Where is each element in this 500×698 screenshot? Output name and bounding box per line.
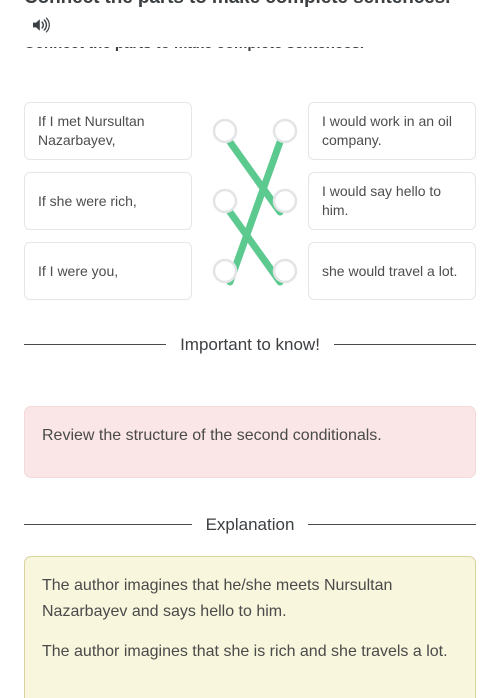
lesson-task-page: Connect the parts to make complete sente… bbox=[0, 0, 500, 698]
important-section-title: Important to know! bbox=[180, 335, 320, 354]
match-card-right-2[interactable]: I would say hello to him. bbox=[308, 172, 476, 230]
section-rule-right bbox=[333, 344, 476, 345]
important-body-text: Review the structure of the second condi… bbox=[42, 427, 382, 444]
important-callout: Review the structure of the second condi… bbox=[24, 406, 476, 478]
task-heading: Connect the parts to make complete sente… bbox=[24, 0, 476, 40]
match-card-right-3-label: she would travel a lot. bbox=[322, 262, 458, 279]
match-card-left-2[interactable]: If she were rich, bbox=[24, 172, 192, 230]
subinstruction-text: Connect the parts to make complete sente… bbox=[24, 47, 476, 54]
explanation-paragraph-2: The author imagines that she is rich and… bbox=[42, 643, 448, 660]
explanation-callout: The author imagines that he/she meets Nu… bbox=[24, 556, 476, 698]
match-card-left-1-label: If I met Nursultan Nazarbayev, bbox=[38, 113, 145, 148]
match-node-right-2[interactable] bbox=[272, 188, 298, 214]
match-node-left-2[interactable] bbox=[212, 188, 238, 214]
explanation-section-header: Explanation bbox=[24, 512, 476, 537]
explanation-paragraph-1: The author imagines that he/she meets Nu… bbox=[42, 577, 393, 620]
match-card-right-1-label: I would work in an oil company. bbox=[322, 113, 452, 148]
speaker-icon[interactable] bbox=[32, 14, 50, 33]
subinstruction-strip: Connect the parts to make complete sente… bbox=[24, 47, 476, 61]
important-section-header: Important to know! bbox=[24, 332, 476, 357]
match-card-right-3[interactable]: she would travel a lot. bbox=[308, 242, 476, 300]
connector-line-L3-R1[interactable] bbox=[226, 138, 284, 286]
match-card-right-2-label: I would say hello to him. bbox=[322, 183, 442, 218]
match-node-right-1[interactable] bbox=[272, 118, 298, 144]
section-rule-left bbox=[24, 344, 167, 345]
section-rule-right bbox=[308, 524, 476, 525]
section-rule-left bbox=[24, 524, 192, 525]
connector-line-L1-R2[interactable] bbox=[226, 138, 284, 216]
match-node-left-1[interactable] bbox=[212, 118, 238, 144]
match-card-right-1[interactable]: I would work in an oil company. bbox=[308, 102, 476, 160]
matching-exercise: If I met Nursultan Nazarbayev, If she we… bbox=[0, 102, 500, 304]
match-card-left-1[interactable]: If I met Nursultan Nazarbayev, bbox=[24, 102, 192, 160]
match-card-left-3[interactable]: If I were you, bbox=[24, 242, 192, 300]
explanation-section-title: Explanation bbox=[205, 515, 295, 534]
task-heading-text: Connect the parts to make complete sente… bbox=[24, 0, 450, 8]
match-card-left-2-label: If she were rich, bbox=[38, 192, 137, 209]
match-node-right-3[interactable] bbox=[272, 258, 298, 284]
matching-connectors bbox=[212, 118, 298, 286]
match-card-left-3-label: If I were you, bbox=[38, 262, 119, 279]
match-node-left-3[interactable] bbox=[212, 258, 238, 284]
connector-line-L2-R3[interactable] bbox=[226, 208, 284, 286]
